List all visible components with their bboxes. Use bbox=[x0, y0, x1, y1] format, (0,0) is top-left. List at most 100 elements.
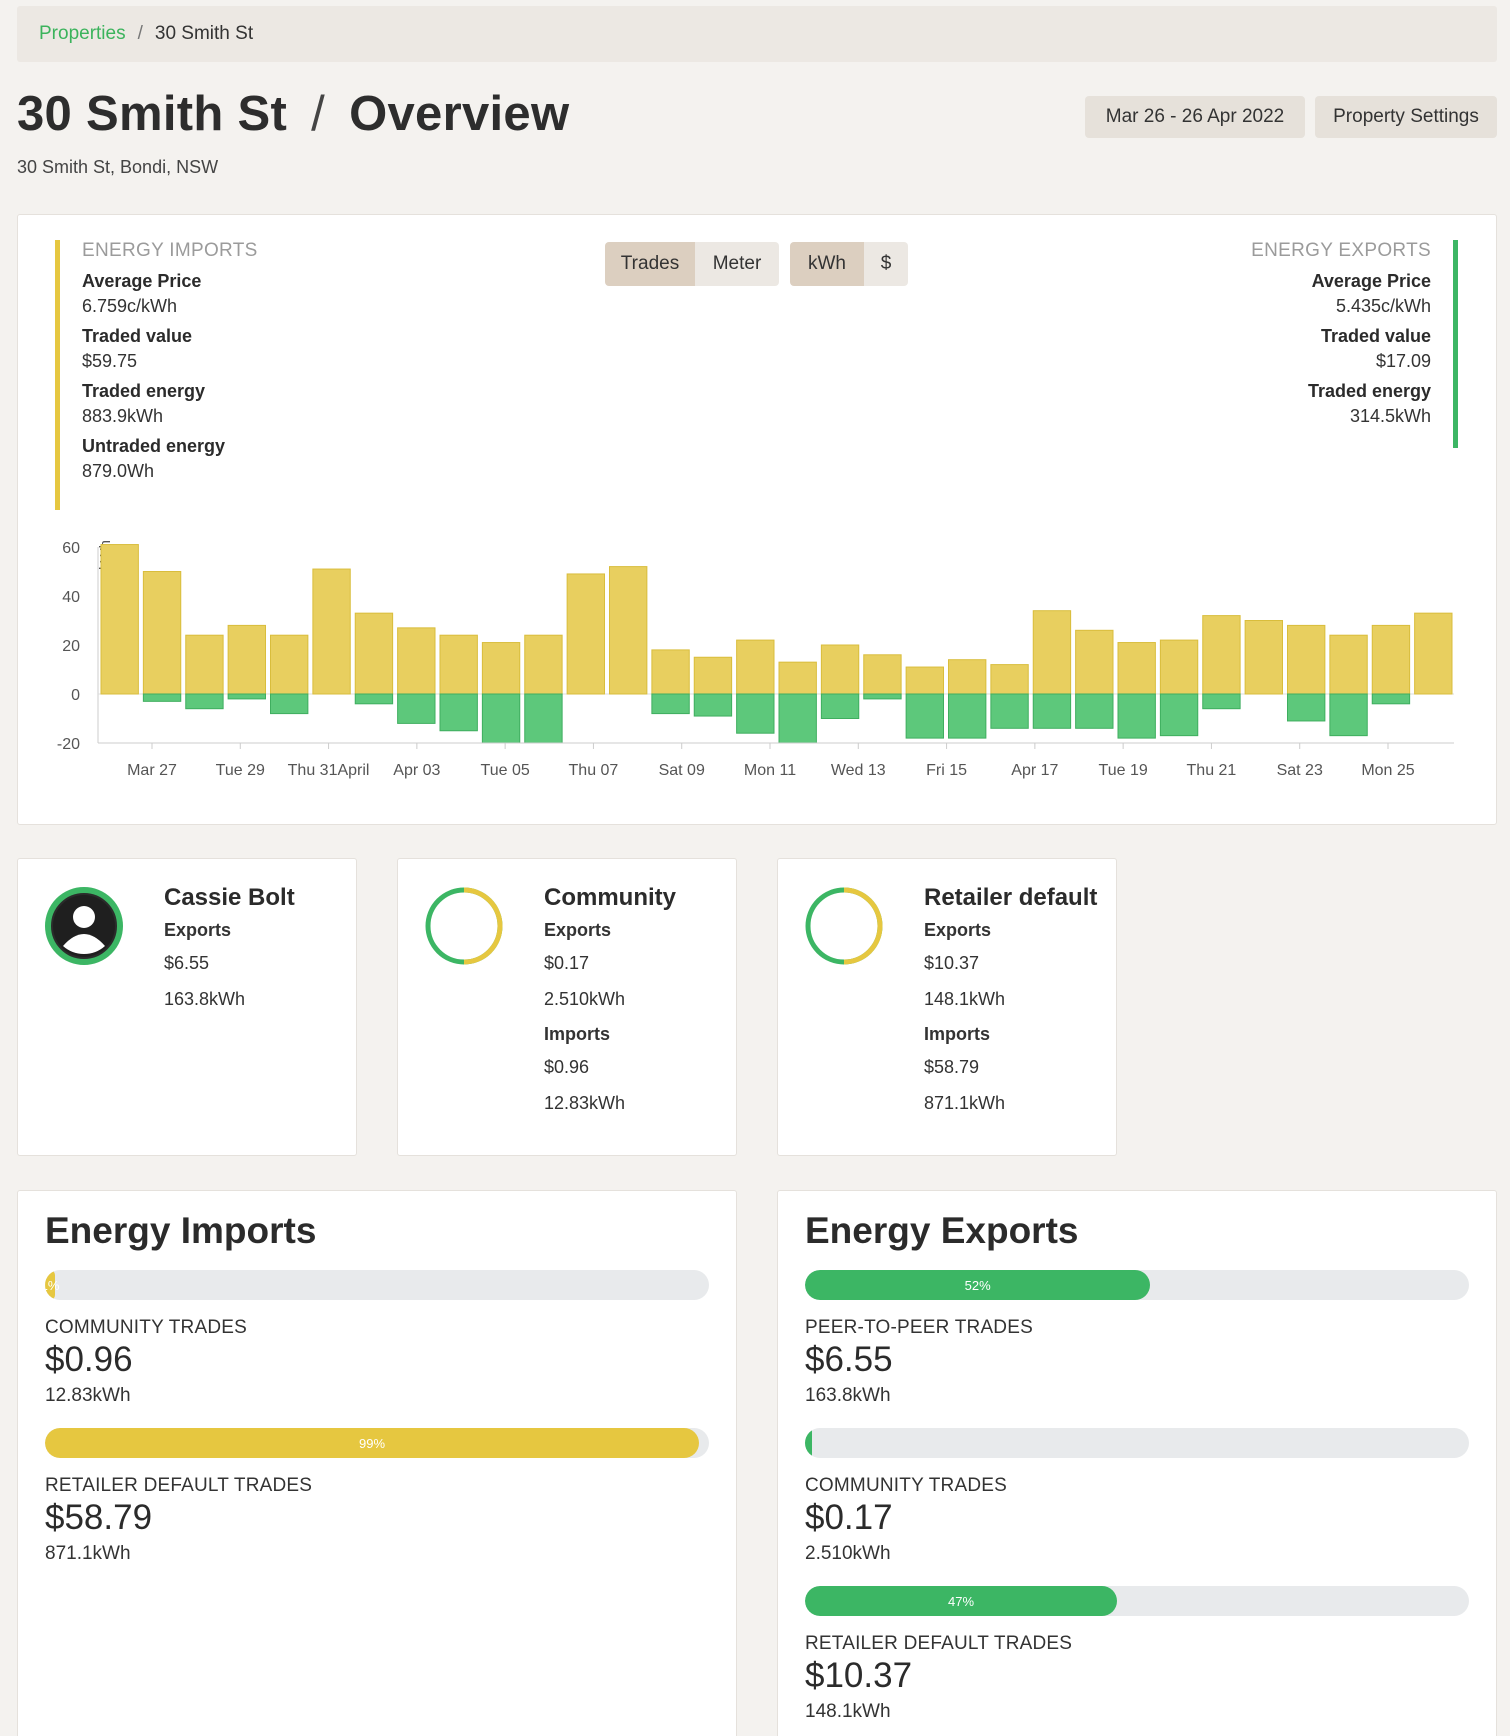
import-bar bbox=[1075, 629, 1114, 695]
exports-community-bar: 1% bbox=[805, 1428, 1469, 1458]
user-avatar-icon bbox=[45, 887, 123, 965]
exports-traded-energy: 314.5kWh bbox=[1349, 406, 1431, 426]
party-imports-value: $0.96 bbox=[544, 1057, 590, 1077]
import-bar bbox=[778, 661, 817, 695]
toggle-dollar[interactable]: $ bbox=[864, 242, 908, 286]
community-ring-icon bbox=[425, 887, 503, 965]
imports-untraded-energy-label: Untraded energy bbox=[82, 436, 226, 456]
toggle-trades[interactable]: Trades bbox=[605, 242, 695, 286]
party-name: Community bbox=[544, 884, 676, 911]
export-bar bbox=[1202, 693, 1241, 710]
retailer-ring-icon bbox=[805, 887, 883, 965]
exports-traded-value-label: Traded value bbox=[1320, 326, 1431, 346]
date-range-button[interactable]: Mar 26 - 26 Apr 2022 bbox=[1085, 96, 1305, 138]
import-bar bbox=[397, 627, 436, 695]
imports-retailer-bar: 99% bbox=[45, 1428, 709, 1458]
breadcrumb-link-properties[interactable]: Properties bbox=[39, 23, 126, 45]
exports-community-value: $0.17 bbox=[805, 1498, 893, 1537]
party-exports-value: $6.55 bbox=[164, 953, 210, 973]
imports-community-bar-fill: 1% bbox=[45, 1270, 59, 1300]
toggle-kwh[interactable]: kWh bbox=[790, 242, 864, 286]
imports-accent-bar bbox=[55, 240, 60, 510]
exports-community-bar-fill: 1% bbox=[805, 1428, 812, 1458]
page-title-property: 30 Smith St bbox=[17, 87, 288, 141]
exports-retailer-bar: 47% bbox=[805, 1586, 1469, 1616]
exports-avg-price-label: Average Price bbox=[1311, 271, 1431, 291]
party-imports-label: Imports bbox=[924, 1024, 991, 1044]
party-imports-energy: 871.1kWh bbox=[924, 1093, 1006, 1113]
import-bar bbox=[1159, 639, 1199, 695]
imports-summary: ENERGY IMPORTS Average Price 6.759c/kWh … bbox=[82, 240, 258, 482]
export-bar bbox=[863, 693, 902, 700]
import-bar bbox=[1287, 624, 1326, 695]
imports-community-label: COMMUNITY TRADES bbox=[45, 1317, 248, 1338]
imports-community-bar: 1% bbox=[45, 1270, 709, 1300]
export-bar bbox=[1371, 693, 1411, 705]
export-bar bbox=[1287, 693, 1326, 722]
party-imports-energy: 12.83kWh bbox=[544, 1093, 626, 1113]
export-bar bbox=[693, 693, 733, 717]
import-bar bbox=[863, 654, 902, 695]
x-tick-label: Tue 05 bbox=[481, 762, 530, 779]
import-bar bbox=[481, 642, 521, 695]
imports-retailer-energy: 871.1kWh bbox=[45, 1543, 131, 1564]
export-bar bbox=[439, 693, 478, 732]
toggle-meter[interactable]: Meter bbox=[695, 242, 779, 286]
imports-avg-price: 6.759c/kWh bbox=[82, 296, 178, 316]
exports-community-label: COMMUNITY TRADES bbox=[805, 1475, 1008, 1496]
import-bar bbox=[100, 544, 139, 695]
export-bar bbox=[142, 693, 182, 702]
unit-toggle: kWh $ bbox=[790, 242, 908, 286]
exports-retailer-value: $10.37 bbox=[805, 1656, 913, 1695]
export-bar bbox=[1117, 693, 1156, 739]
breadcrumb-separator: / bbox=[137, 23, 143, 44]
import-bar bbox=[227, 624, 266, 695]
exports-traded-value: $17.09 bbox=[1375, 351, 1431, 371]
y-tick-label: 20 bbox=[62, 638, 80, 655]
import-bar bbox=[1414, 612, 1453, 695]
y-tick-label: 0 bbox=[71, 687, 80, 704]
export-bar bbox=[354, 693, 394, 705]
breadcrumb: Properties / 30 Smith St bbox=[17, 6, 1497, 62]
x-tick-label: Wed 13 bbox=[831, 762, 886, 779]
imports-traded-value-label: Traded value bbox=[82, 326, 193, 346]
imports-traded-energy: 883.9kWh bbox=[82, 406, 164, 426]
export-bar bbox=[820, 693, 860, 719]
imports-traded-value: $59.75 bbox=[82, 351, 138, 371]
export-bar bbox=[948, 693, 987, 739]
import-bar bbox=[566, 573, 605, 695]
energy-imports-title: Energy Imports bbox=[45, 1210, 317, 1251]
x-tick-label: Thu 31April bbox=[288, 762, 370, 779]
import-bar bbox=[820, 644, 860, 695]
export-bar bbox=[1075, 693, 1114, 729]
y-tick-label: -20 bbox=[57, 736, 80, 753]
party-exports-label: Exports bbox=[544, 920, 612, 940]
import-bar bbox=[185, 634, 224, 695]
imports-community-value: $0.96 bbox=[45, 1340, 133, 1379]
imports-retailer-label: RETAILER DEFAULT TRADES bbox=[45, 1475, 313, 1496]
party-name: Cassie Bolt bbox=[164, 884, 295, 911]
export-bar bbox=[736, 693, 775, 734]
exports-p2p-value: $6.55 bbox=[805, 1340, 893, 1379]
party-exports-energy: 163.8kWh bbox=[164, 989, 246, 1009]
x-tick-label: Sat 09 bbox=[659, 762, 705, 779]
export-bar bbox=[227, 693, 266, 700]
exports-retailer-energy: 148.1kWh bbox=[805, 1701, 891, 1722]
exports-community-energy: 2.510kWh bbox=[805, 1543, 891, 1564]
breadcrumb-current: 30 Smith St bbox=[154, 23, 254, 44]
import-bar bbox=[736, 639, 775, 695]
exports-retailer-label: RETAILER DEFAULT TRADES bbox=[805, 1633, 1073, 1654]
exports-p2p-bar: 52% bbox=[805, 1270, 1469, 1300]
exports-accent-bar bbox=[1453, 240, 1458, 448]
export-bar bbox=[270, 693, 309, 715]
x-tick-label: Apr 17 bbox=[1011, 762, 1058, 779]
imports-untraded-energy: 879.0Wh bbox=[82, 461, 155, 481]
exports-p2p-bar-fill: 52% bbox=[805, 1270, 1151, 1300]
import-bar bbox=[1371, 624, 1411, 695]
export-bar bbox=[1032, 693, 1072, 729]
property-settings-button[interactable]: Property Settings bbox=[1315, 96, 1497, 138]
party-exports-energy: 148.1kWh bbox=[924, 989, 1006, 1009]
imports-avg-price-label: Average Price bbox=[82, 271, 202, 291]
x-tick-label: Thu 21 bbox=[1187, 762, 1237, 779]
export-bar bbox=[185, 693, 224, 710]
